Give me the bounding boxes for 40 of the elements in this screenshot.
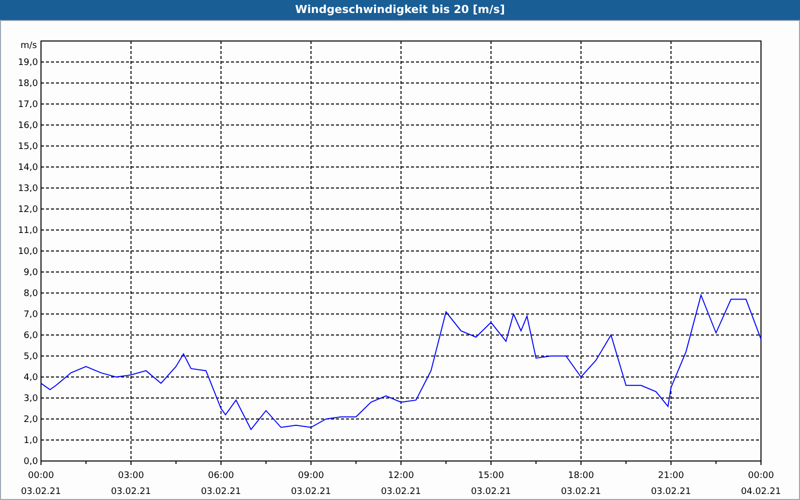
y-tick-label: 7,0 xyxy=(24,310,38,320)
y-tick-label: 8,0 xyxy=(24,289,38,299)
x-date-label: 03.02.21 xyxy=(470,487,512,497)
y-tick-label: 10,0 xyxy=(18,247,38,257)
y-tick-label: 18,0 xyxy=(18,79,38,89)
y-tick-label: 15,0 xyxy=(18,142,38,152)
x-tick-label: 03:00 xyxy=(118,471,144,481)
y-tick-label: 9,0 xyxy=(24,268,38,278)
y-tick-label: 13,0 xyxy=(18,184,38,194)
x-tick-label: 18:00 xyxy=(568,471,594,481)
x-date-label: 03.02.21 xyxy=(560,487,602,497)
x-tick-label: 00:00 xyxy=(748,471,774,481)
x-tick-label: 06:00 xyxy=(208,471,234,481)
y-tick-label: 14,0 xyxy=(18,163,38,173)
x-date-label: 03.02.21 xyxy=(650,487,692,497)
y-tick-label: 4,0 xyxy=(24,373,38,383)
y-tick-label: 12,0 xyxy=(18,205,38,215)
y-tick-label: 16,0 xyxy=(18,121,38,131)
y-tick-label: 11,0 xyxy=(18,226,38,236)
x-tick-label: 21:00 xyxy=(658,471,684,481)
y-tick-label: 3,0 xyxy=(24,394,38,404)
x-tick-label: 09:00 xyxy=(298,471,324,481)
x-date-label: 03.02.21 xyxy=(20,487,62,497)
x-tick-label: 12:00 xyxy=(388,471,414,481)
window-title: Windgeschwindigkeit bis 20 [m/s] xyxy=(295,2,505,18)
x-date-label: 04.02.21 xyxy=(740,487,782,497)
y-tick-label: 1,0 xyxy=(24,436,38,446)
y-axis-label: m/s xyxy=(20,41,37,51)
y-tick-label: 19,0 xyxy=(18,58,38,68)
x-tick-label: 00:00 xyxy=(28,471,54,481)
x-tick-label: 15:00 xyxy=(478,471,504,481)
y-tick-label: 17,0 xyxy=(18,100,38,110)
y-tick-label: 6,0 xyxy=(24,331,38,341)
x-date-label: 03.02.21 xyxy=(290,487,332,497)
y-tick-label: 2,0 xyxy=(24,415,38,425)
x-date-label: 03.02.21 xyxy=(380,487,422,497)
y-tick-label: 0,0 xyxy=(24,457,38,467)
x-date-label: 03.02.21 xyxy=(200,487,242,497)
y-tick-label: 5,0 xyxy=(24,352,38,362)
x-date-label: 03.02.21 xyxy=(110,487,152,497)
